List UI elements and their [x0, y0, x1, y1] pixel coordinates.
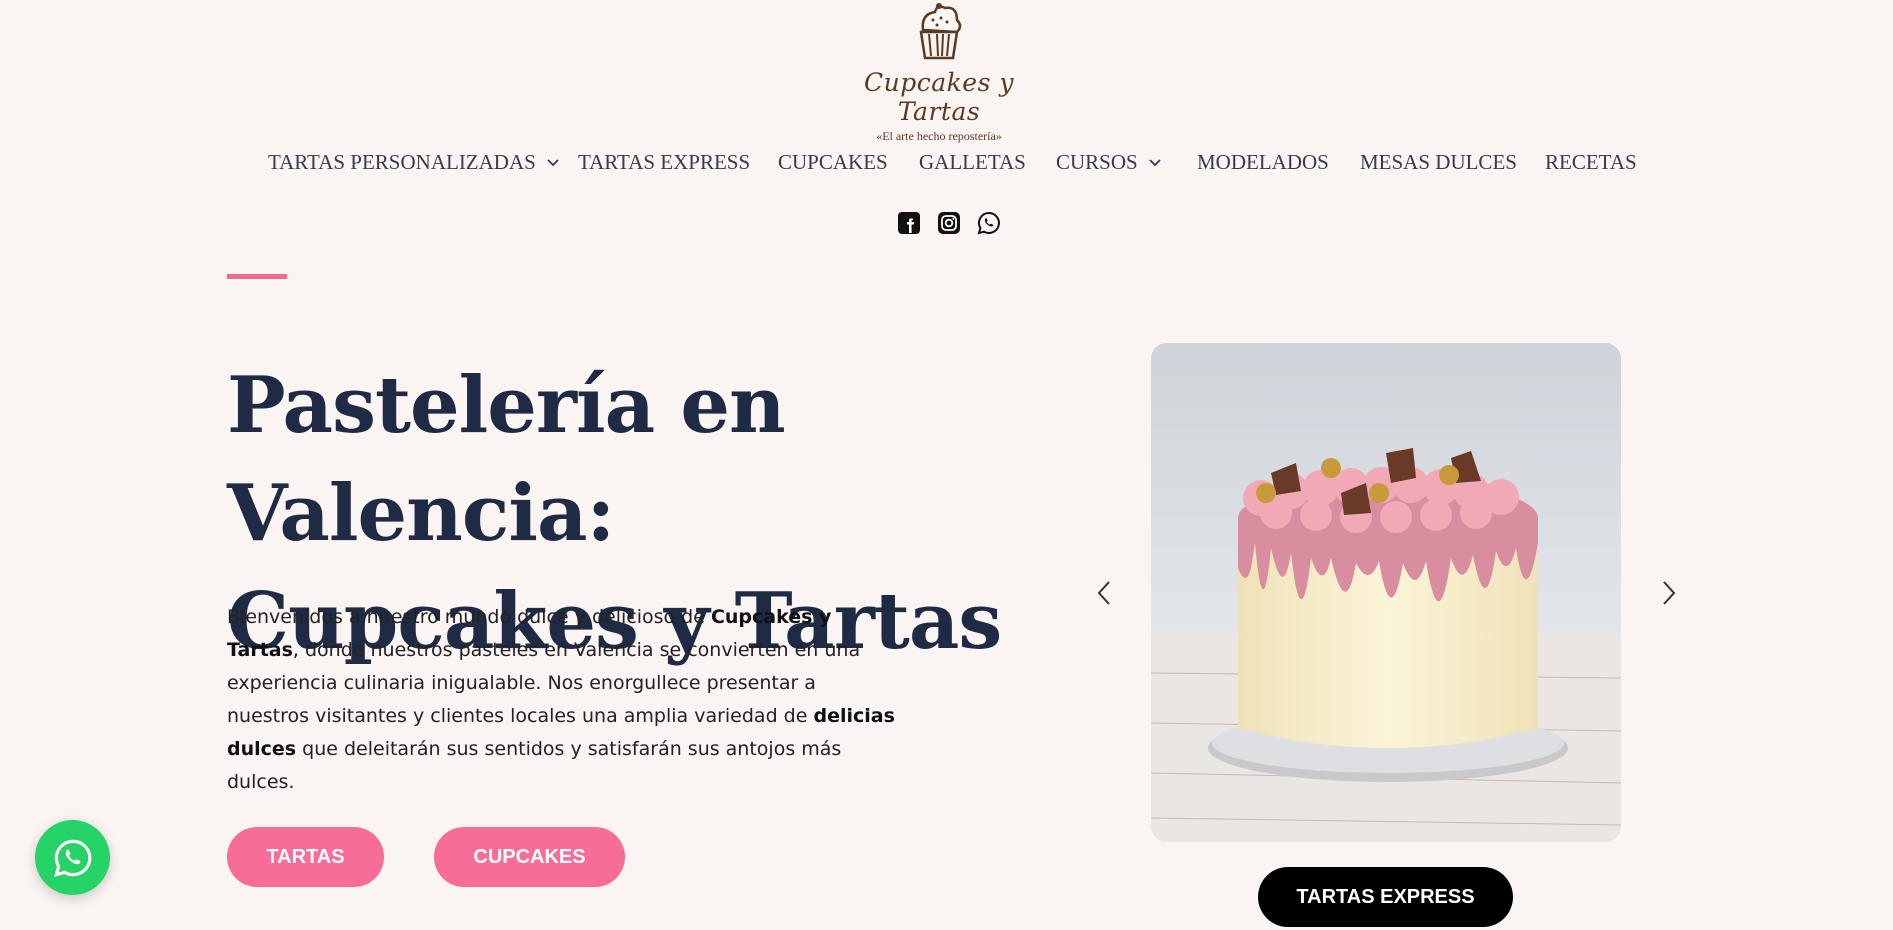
chevron-down-icon	[1149, 158, 1161, 166]
nav-item-modelados[interactable]: MODELADOS	[1197, 150, 1329, 175]
page-title-line-1: Pastelería en Valencia:	[227, 360, 786, 559]
nav-item-label: CURSOS	[1056, 150, 1138, 174]
facebook-icon[interactable]	[897, 211, 921, 235]
cupcakes-button[interactable]: CUPCAKES	[434, 827, 625, 887]
intro-paragraph: Bienvenidos a nuestro mundo dulce y deli…	[227, 601, 897, 799]
intro-text-3: que deleitarán sus sentidos y satisfarán…	[227, 738, 842, 793]
nav-item-cupcakes[interactable]: CUPCAKES	[778, 150, 888, 175]
cupcake-logo-icon	[919, 3, 962, 60]
chevron-down-icon	[547, 158, 559, 166]
tartas-button[interactable]: TARTAS	[227, 827, 384, 887]
nav-item-label: CUPCAKES	[778, 150, 888, 174]
whatsapp-chat-button[interactable]	[35, 820, 110, 895]
main-nav: TARTAS PERSONALIZADAS TARTAS EXPRESS CUP…	[0, 150, 1893, 184]
slider-cake-image	[1151, 343, 1621, 842]
nav-item-tartas-express[interactable]: TARTAS EXPRESS	[578, 150, 750, 175]
social-links	[897, 211, 1001, 235]
slider-next-arrow-icon[interactable]	[1656, 578, 1682, 608]
nav-item-tartas-personalizadas[interactable]: TARTAS PERSONALIZADAS	[268, 150, 560, 175]
whatsapp-icon[interactable]	[977, 211, 1001, 235]
instagram-icon[interactable]	[937, 211, 961, 235]
tartas-express-button[interactable]: TARTAS EXPRESS	[1258, 867, 1513, 927]
intro-text-1: Bienvenidos a nuestro mundo dulce y deli…	[227, 606, 711, 628]
nav-item-label: MODELADOS	[1197, 150, 1329, 174]
nav-item-recetas[interactable]: RECETAS	[1545, 150, 1637, 175]
nav-item-galletas[interactable]: GALLETAS	[919, 150, 1026, 175]
nav-item-label: TARTAS EXPRESS	[578, 150, 751, 174]
brand-name: Cupcakes y Tartas	[864, 68, 1014, 126]
nav-item-cursos[interactable]: CURSOS	[1056, 150, 1162, 175]
nav-item-label: MESAS DULCES	[1360, 150, 1517, 174]
nav-item-label: TARTAS PERSONALIZADAS	[268, 150, 536, 174]
site-logo[interactable]: Cupcakes y Tartas «El arte hecho reposte…	[838, 0, 1040, 143]
slider-prev-arrow-icon[interactable]	[1091, 578, 1117, 608]
nav-item-label: GALLETAS	[919, 150, 1026, 174]
whatsapp-icon	[53, 839, 91, 877]
intro-text-2: , donde nuestros pasteles en Valencia se…	[227, 639, 861, 727]
nav-item-mesas-dulces[interactable]: MESAS DULCES	[1360, 150, 1517, 175]
nav-item-label: RECETAS	[1545, 150, 1637, 174]
accent-divider	[227, 274, 287, 279]
brand-tagline: «El arte hecho repostería»	[876, 129, 1002, 143]
